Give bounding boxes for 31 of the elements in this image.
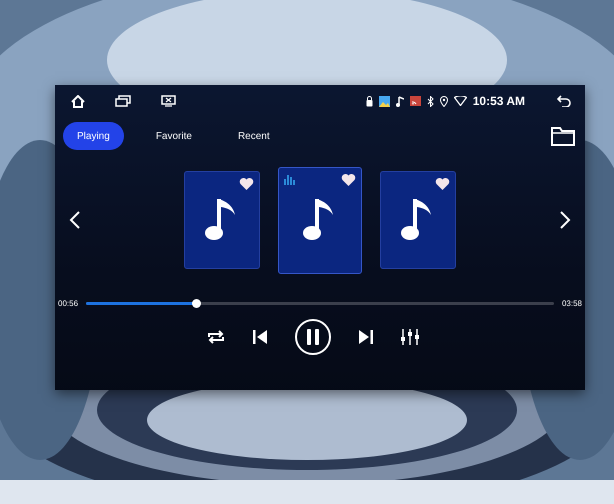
equalizer-button[interactable] — [400, 328, 420, 346]
windows-icon[interactable] — [115, 95, 131, 107]
elapsed-time: 00:56 — [58, 299, 78, 308]
home-icon[interactable] — [71, 94, 85, 108]
progress-thumb[interactable] — [192, 299, 201, 308]
cast-icon — [410, 96, 421, 106]
track-card[interactable] — [380, 171, 456, 269]
gallery-icon — [378, 96, 390, 106]
tab[interactable]: Playing — [63, 122, 124, 150]
music-note-icon — [396, 96, 404, 106]
heart-icon[interactable] — [435, 177, 450, 191]
tab[interactable]: Recent — [224, 122, 284, 150]
back-icon[interactable] — [557, 95, 571, 107]
total-time: 03:58 — [562, 299, 582, 308]
lock-icon — [366, 96, 373, 106]
track-card[interactable] — [278, 166, 362, 274]
heart-icon[interactable] — [239, 177, 254, 191]
folder-icon[interactable] — [551, 126, 575, 146]
repeat-button[interactable] — [206, 329, 226, 345]
clock-time: 10:53 AM — [472, 94, 525, 108]
bluetooth-icon — [426, 96, 434, 106]
tab[interactable]: Favorite — [142, 122, 206, 150]
screen-close-icon[interactable] — [161, 95, 176, 107]
track-card[interactable] — [184, 171, 260, 269]
heart-icon[interactable] — [341, 172, 356, 186]
progress-track[interactable] — [86, 302, 554, 305]
location-icon — [440, 96, 448, 106]
next-button[interactable] — [358, 329, 374, 345]
wifi-icon — [454, 96, 467, 106]
pause-button[interactable] — [294, 318, 332, 356]
previous-button[interactable] — [252, 329, 268, 345]
